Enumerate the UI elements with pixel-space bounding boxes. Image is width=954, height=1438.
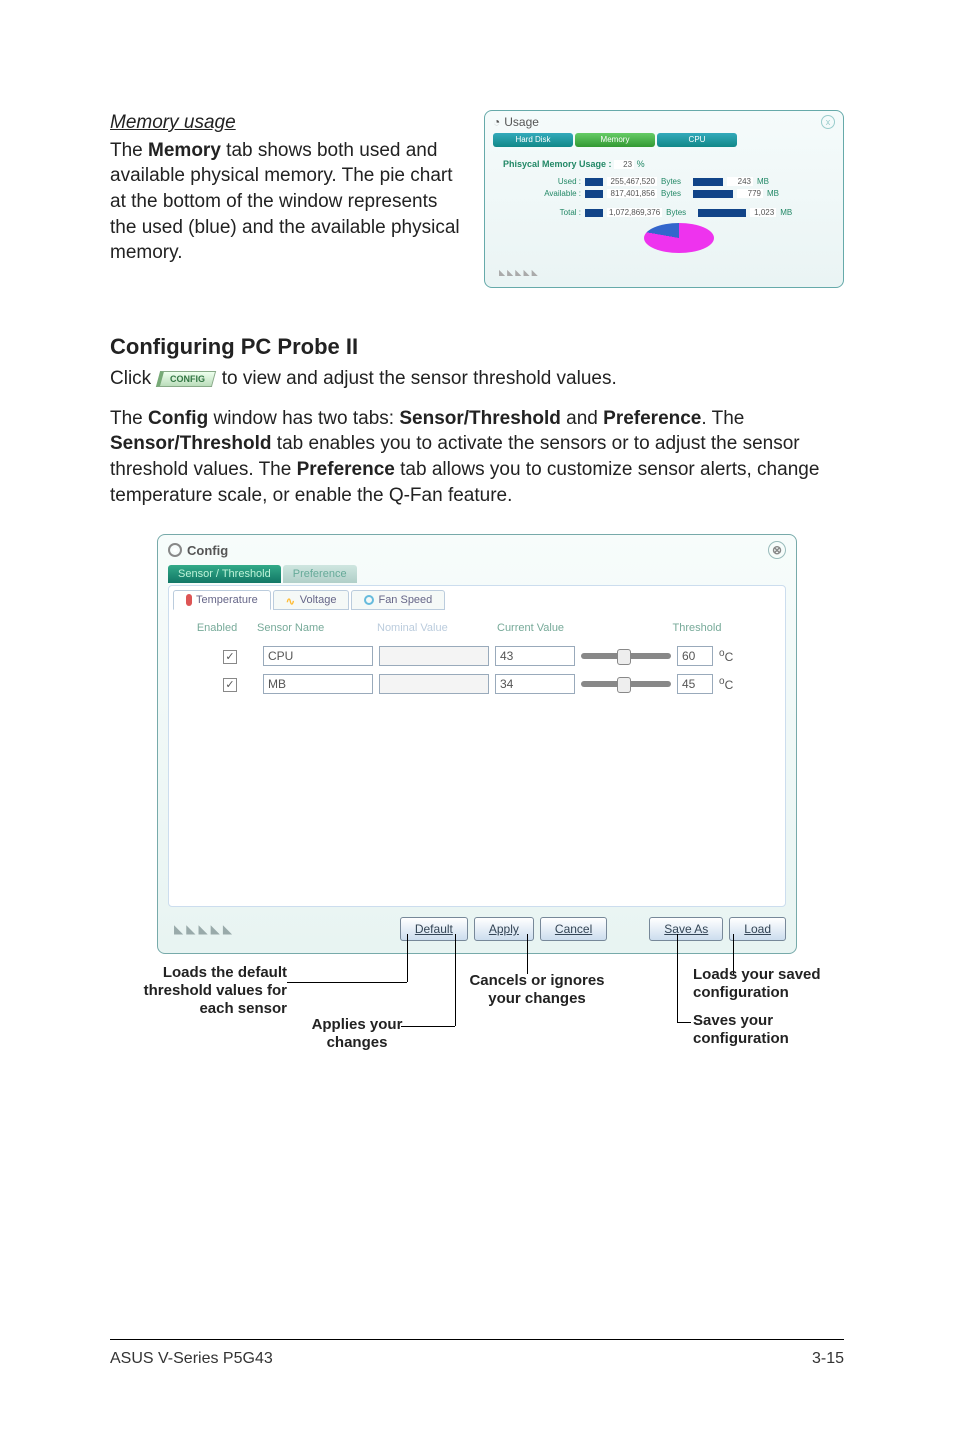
tab-sensor-threshold[interactable]: Sensor / Threshold [168, 565, 281, 583]
phys-mem-label: Phisycal Memory Usage : [503, 159, 612, 169]
nominal-input [379, 646, 489, 666]
config-click-line: Click CONFIG to view and adjust the sens… [110, 366, 844, 392]
tab-harddisk[interactable]: Hard Disk [493, 133, 573, 147]
memory-heading: Memory usage [110, 110, 466, 136]
callout-apply: Applies your changes [297, 1016, 417, 1052]
footer-left: ASUS V-Series P5G43 [110, 1350, 273, 1368]
close-icon[interactable]: x [821, 115, 835, 129]
subtab-voltage[interactable]: ∿Voltage [273, 590, 350, 610]
phys-mem-pct: 23 [614, 160, 634, 169]
config-para2: The Config window has two tabs: Sensor/T… [110, 406, 844, 509]
usage-row-avail: Available : 817,401,856 Bytes 779 MB [533, 189, 825, 198]
threshold-slider[interactable] [581, 653, 671, 659]
usage-icon: ◔ [493, 115, 500, 129]
config-window: Config ⊗ Sensor / Threshold Preference T… [157, 534, 797, 954]
subtab-temperature[interactable]: Temperature [173, 590, 271, 610]
fan-icon [364, 595, 374, 605]
current-input [495, 674, 575, 694]
callout-cancel: Cancels or ignores your changes [467, 972, 607, 1008]
load-button[interactable]: Load [729, 917, 786, 941]
unit-label: oC [719, 676, 733, 692]
apply-button[interactable]: Apply [474, 917, 534, 941]
current-input [495, 646, 575, 666]
usage-title: Usage [504, 115, 539, 129]
threshold-input[interactable] [677, 646, 713, 666]
enable-checkbox[interactable]: ✓ [223, 678, 237, 692]
callout-default: Loads the default threshold values for e… [117, 964, 287, 1018]
footer-right: 3-15 [812, 1350, 844, 1368]
tab-preference[interactable]: Preference [283, 565, 357, 583]
table-row: ✓ oC [173, 670, 781, 698]
tab-memory[interactable]: Memory [575, 133, 655, 147]
config-button[interactable]: CONFIG [156, 371, 216, 387]
usage-row-used: Used : 255,467,520 Bytes 243 MB [533, 177, 825, 186]
default-button[interactable]: Default [400, 917, 468, 941]
unit-label: oC [719, 648, 733, 664]
close-icon[interactable]: ⊗ [768, 541, 786, 559]
gear-icon [168, 543, 182, 557]
callout-load: Loads your saved configuration [693, 966, 863, 1002]
sensor-name-input[interactable] [263, 674, 373, 694]
threshold-slider[interactable] [581, 681, 671, 687]
resize-grip: ◣◣◣◣◣ [168, 922, 235, 936]
threshold-input[interactable] [677, 674, 713, 694]
config-win-title: Config [187, 543, 228, 558]
callout-saveas: Saves your configuration [693, 1012, 863, 1048]
cancel-button[interactable]: Cancel [540, 917, 607, 941]
sensor-name-input[interactable] [263, 646, 373, 666]
usage-window: ◔ Usage x Hard Disk Memory CPU Phisycal … [484, 110, 844, 288]
memory-pie-chart [644, 223, 714, 258]
saveas-button[interactable]: Save As [649, 917, 723, 941]
thermometer-icon [186, 594, 192, 606]
table-row: ✓ oC [173, 642, 781, 670]
voltage-icon: ∿ [286, 595, 296, 605]
configuring-heading: Configuring PC Probe II [110, 334, 844, 360]
memory-usage-text: Memory usage The Memory tab shows both u… [110, 110, 466, 288]
nominal-input [379, 674, 489, 694]
subtab-fanspeed[interactable]: Fan Speed [351, 590, 445, 610]
enable-checkbox[interactable]: ✓ [223, 650, 237, 664]
tab-cpu[interactable]: CPU [657, 133, 737, 147]
usage-row-total: Total : 1,072,869,376 Bytes 1,023 MB [533, 208, 825, 217]
resize-grip: ◣◣◣◣◣ [493, 268, 835, 277]
table-header: Enabled Sensor Name Nominal Value Curren… [173, 616, 781, 642]
